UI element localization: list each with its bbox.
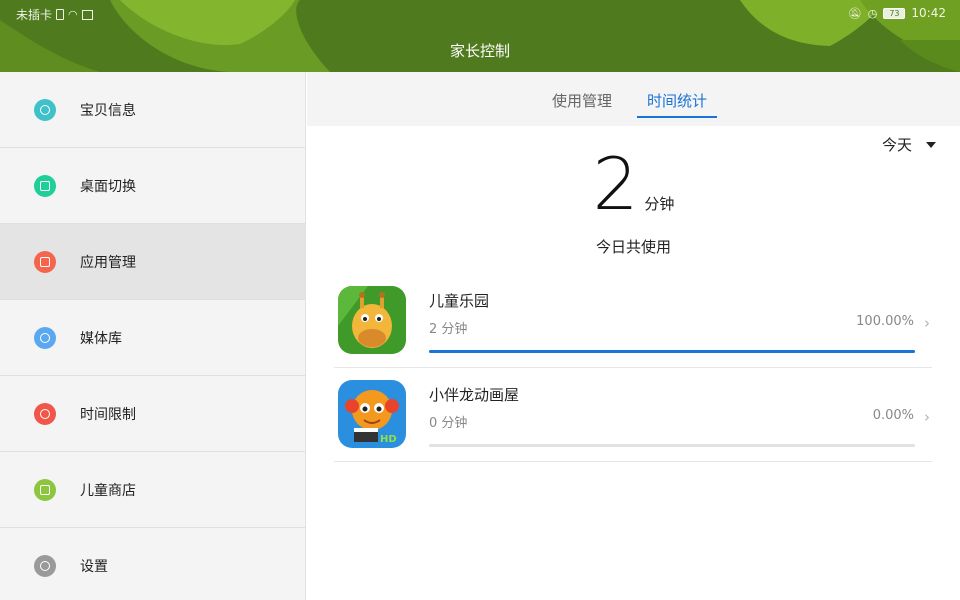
app-name: 小伴龙动画屋 [429, 386, 520, 404]
image-icon [81, 9, 93, 20]
status-bar: 未插卡 ◠ 🔕︎ ◷ 73 10:42 [0, 0, 960, 28]
app-grid-icon [34, 250, 56, 273]
list-item[interactable]: 儿童乐园 2 分钟 100.00% › [334, 274, 932, 368]
main-panel: 使用管理 时间统计 今天 2 分钟 今日共使用 儿童乐园 2 分钟 100.00… [307, 72, 960, 600]
tab-bar: 使用管理 时间统计 [307, 72, 960, 126]
page-title: 家长控制 [449, 42, 510, 60]
sidebar-item-baby-info[interactable]: 宝贝信息 [0, 72, 305, 148]
chevron-right-icon: › [924, 408, 930, 426]
sim-icon [56, 9, 65, 20]
total-usage: 2 分钟 [307, 144, 960, 224]
sidebar-item-kids-store[interactable]: 儿童商店 [0, 452, 305, 528]
app-usage-time: 0 分钟 [429, 416, 468, 431]
carrier-label: 未插卡 [16, 8, 53, 22]
app-name: 儿童乐园 [429, 292, 490, 310]
sidebar-item-label: 儿童商店 [80, 482, 136, 499]
sidebar-item-label: 宝贝信息 [80, 102, 136, 119]
chevron-right-icon: › [924, 314, 930, 332]
app-usage-percent: 100.00% [856, 314, 914, 329]
alarm-icon: ◷ [867, 6, 878, 20]
usage-progress-fill [429, 350, 915, 353]
clock-icon [34, 402, 56, 425]
clock-time: 10:42 [911, 6, 946, 20]
usage-progress-bar [429, 350, 915, 353]
gear-icon [34, 555, 56, 577]
total-minutes-unit: 分钟 [644, 195, 675, 213]
app-usage-time: 2 分钟 [429, 322, 468, 337]
sidebar-item-label: 设置 [80, 559, 108, 575]
sidebar-item-media-library[interactable]: 媒体库 [0, 300, 305, 376]
sidebar-item-settings[interactable]: 设置 [0, 528, 305, 600]
baby-info-icon [34, 98, 56, 121]
sidebar-item-label: 应用管理 [80, 254, 136, 271]
giraffe-app-icon [338, 286, 406, 354]
total-usage-caption: 今日共使用 [595, 238, 671, 256]
list-item[interactable]: HD 小伴龙动画屋 0 分钟 0.00% › [334, 368, 932, 462]
battery-icon: 73 [883, 7, 906, 19]
svg-text:HD: HD [380, 434, 397, 445]
app-usage-percent: 0.00% [872, 408, 914, 423]
total-minutes-value: 2 [592, 142, 639, 226]
dragon-app-icon: HD [338, 380, 406, 448]
sidebar: 宝贝信息 桌面切换 应用管理 媒体库 时间限制 儿童商店 设置 [0, 72, 306, 600]
app-usage-list: 儿童乐园 2 分钟 100.00% › HD 小伴龙动画屋 0 分钟 0.00%… [334, 274, 932, 462]
media-library-icon [34, 326, 56, 349]
sidebar-item-time-limit[interactable]: 时间限制 [0, 376, 305, 452]
sidebar-item-label: 桌面切换 [80, 178, 136, 195]
store-bag-icon [34, 478, 56, 501]
wifi-icon: ◠ [68, 8, 78, 21]
sidebar-item-app-management[interactable]: 应用管理 [0, 224, 305, 300]
usage-progress-bar [429, 444, 915, 447]
desktop-switch-icon [34, 174, 56, 197]
app-header: 未插卡 ◠ 🔕︎ ◷ 73 10:42 家长控制 [0, 0, 960, 72]
bell-off-icon: 🔕︎ [847, 6, 862, 20]
tab-usage-management[interactable]: 使用管理 [542, 90, 622, 118]
sidebar-item-label: 时间限制 [80, 406, 136, 423]
sidebar-item-desktop-switch[interactable]: 桌面切换 [0, 148, 305, 224]
sidebar-item-label: 媒体库 [80, 330, 122, 347]
tab-time-statistics[interactable]: 时间统计 [637, 90, 718, 118]
